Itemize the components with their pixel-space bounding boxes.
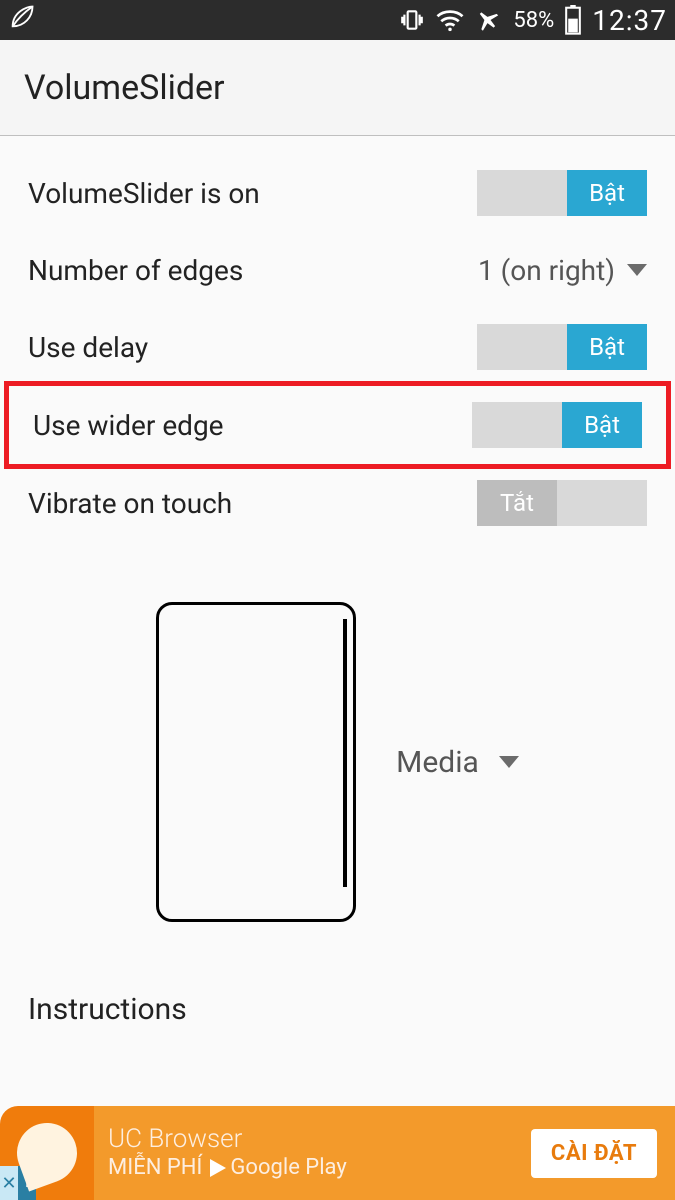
settings-list: VolumeSlider is on Bật Number of edges 1… bbox=[0, 136, 675, 1027]
label-number-edges: Number of edges bbox=[28, 254, 478, 287]
toggle-knob: Bật bbox=[562, 402, 642, 448]
battery-percent: 58% bbox=[513, 8, 554, 33]
ad-banner[interactable]: ✕ i UC Browser MIỄN PHÍ Google Play CÀI … bbox=[36, 1106, 675, 1200]
label-volumeslider-on: VolumeSlider is on bbox=[28, 177, 477, 210]
row-volumeslider-on: VolumeSlider is on Bật bbox=[0, 154, 675, 232]
leaf-icon bbox=[8, 3, 36, 37]
dropdown-media-value: Media bbox=[396, 745, 479, 780]
vibrate-icon bbox=[399, 7, 425, 33]
play-icon bbox=[210, 1159, 226, 1177]
ad-close-icon[interactable]: ✕ bbox=[0, 1166, 18, 1200]
status-bar: 58% 12:37 bbox=[0, 0, 675, 40]
row-use-delay: Use delay Bật bbox=[0, 308, 675, 386]
airplane-icon bbox=[475, 7, 503, 33]
dropdown-number-edges[interactable]: 1 (on right) bbox=[478, 254, 647, 287]
toggle-knob: Bật bbox=[567, 170, 647, 216]
row-use-wider-edge: Use wider edge Bật bbox=[4, 381, 671, 469]
toggle-volumeslider-on[interactable]: Bật bbox=[477, 170, 647, 216]
ad-subtitle-text: MIỄN PHÍ bbox=[108, 1155, 202, 1180]
ad-text: UC Browser MIỄN PHÍ Google Play bbox=[108, 1125, 347, 1180]
toggle-knob: Bật bbox=[567, 324, 647, 370]
ad-install-button[interactable]: CÀI ĐẶT bbox=[531, 1129, 657, 1178]
toggle-use-wider-edge[interactable]: Bật bbox=[472, 402, 642, 448]
chevron-down-icon bbox=[499, 756, 519, 768]
chevron-down-icon bbox=[627, 264, 647, 276]
illustration-row: Media bbox=[0, 602, 675, 922]
instructions-heading: Instructions bbox=[0, 992, 675, 1027]
ad-store-name: Google Play bbox=[230, 1155, 346, 1180]
toggle-knob: Tắt bbox=[477, 480, 557, 526]
toggle-use-delay[interactable]: Bật bbox=[477, 324, 647, 370]
google-play-badge: Google Play bbox=[210, 1155, 346, 1180]
app-title: VolumeSlider bbox=[24, 68, 225, 108]
clock: 12:37 bbox=[592, 4, 667, 37]
dropdown-media[interactable]: Media bbox=[396, 745, 519, 780]
wifi-icon bbox=[435, 7, 465, 33]
ad-subtitle: MIỄN PHÍ Google Play bbox=[108, 1155, 347, 1180]
phone-illustration bbox=[156, 602, 356, 922]
phone-edge-line bbox=[343, 619, 347, 887]
dropdown-value: 1 (on right) bbox=[478, 254, 615, 287]
toggle-vibrate-on-touch[interactable]: Tắt bbox=[477, 480, 647, 526]
ad-title: UC Browser bbox=[108, 1125, 347, 1155]
label-vibrate-on-touch: Vibrate on touch bbox=[28, 487, 477, 520]
app-bar: VolumeSlider bbox=[0, 40, 675, 136]
row-vibrate-on-touch: Vibrate on touch Tắt bbox=[0, 464, 675, 542]
battery-icon bbox=[564, 5, 582, 35]
label-use-delay: Use delay bbox=[28, 331, 477, 364]
row-number-edges[interactable]: Number of edges 1 (on right) bbox=[0, 232, 675, 308]
label-use-wider-edge: Use wider edge bbox=[33, 409, 472, 442]
